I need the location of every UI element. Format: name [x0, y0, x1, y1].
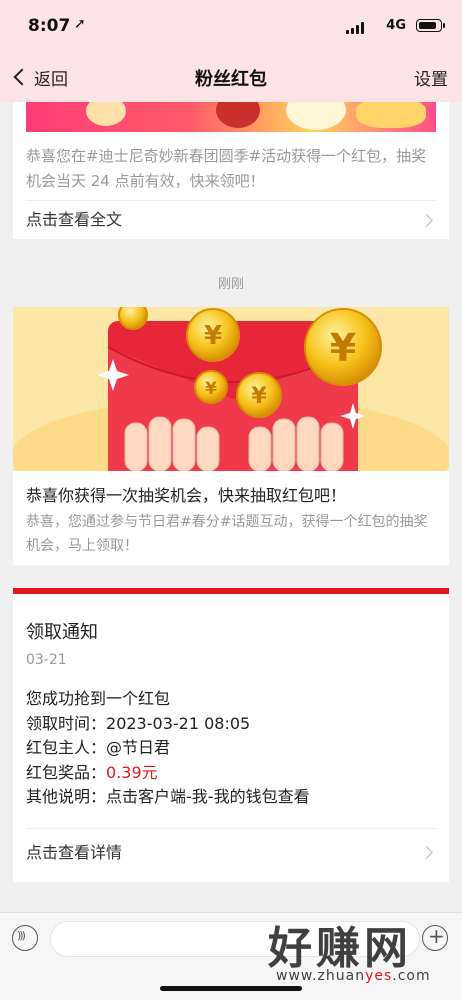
notice-line: 您成功抢到一个红包	[26, 689, 171, 708]
settings-button[interactable]: 设置	[414, 65, 448, 90]
owner-value: @节日君	[106, 738, 171, 757]
watermark-url-prefix: www.zhuan	[276, 968, 366, 984]
signal-icon	[346, 22, 366, 34]
prize-value: 0.39元	[106, 762, 158, 782]
message-card-lottery[interactable]: ¥ ¥ ¥ ¥ 恭喜你获得一次抽奖机会，快来抽取红包吧！ 恭喜，您通过参与节日君…	[13, 307, 449, 565]
notice-title: 领取通知	[26, 622, 98, 643]
battery-icon	[416, 19, 445, 32]
red-envelope-illustration: ¥ ¥ ¥ ¥	[13, 307, 449, 471]
note-key: 其他说明：	[26, 787, 107, 806]
divider	[26, 200, 436, 201]
watermark-text: 好赚网	[268, 923, 412, 974]
nav-bar: 返回 粉丝红包 设置	[0, 52, 462, 102]
home-indicator	[160, 986, 302, 991]
promo-banner-image	[26, 102, 436, 132]
coin-symbol: ¥	[204, 321, 222, 351]
lottery-headline: 恭喜你获得一次抽奖机会，快来抽取红包吧！	[26, 486, 347, 505]
lottery-description: 恭喜，您通过参与节日君#春分#话题互动，获得一个红包的抽奖机会，马上领取！	[26, 514, 428, 554]
watermark-url-highlight: yes	[365, 968, 393, 984]
coin-symbol: ¥	[205, 379, 217, 399]
location-arrow-icon: ➚	[74, 16, 86, 32]
page-title: 粉丝红包	[195, 69, 267, 90]
card-accent-bar	[13, 588, 449, 594]
owner-key: 红包主人：	[26, 738, 107, 757]
message-card-disney[interactable]: 恭喜您在#迪士尼奇妙新春团圆季#活动获得一个红包，抽奖机会当天 24 点前有效，…	[13, 102, 449, 239]
coin-symbol: ¥	[251, 384, 267, 409]
claim-time-key: 领取时间：	[26, 713, 107, 733]
claim-time-row: 领取时间：2023-03-21 08:05	[26, 712, 310, 737]
note-row: 其他说明：点击客户端-我-我的钱包查看	[26, 785, 310, 810]
timestamp-label: 刚刚	[217, 277, 244, 292]
chevron-right-icon	[420, 214, 433, 227]
message-description: 恭喜您在#迪士尼奇妙新春团圆季#活动获得一个红包，抽奖机会当天 24 点前有效，…	[26, 147, 427, 190]
red-envelope-banner-image: ¥ ¥ ¥ ¥	[13, 307, 449, 471]
network-type: 4G	[386, 18, 406, 33]
view-full-text-link[interactable]: 点击查看全文	[26, 206, 122, 230]
prize-row: 红包奖品：0.39元	[26, 761, 310, 786]
notice-body: 您成功抢到一个红包 领取时间：2023-03-21 08:05 红包主人：@节日…	[26, 687, 310, 810]
divider	[26, 828, 436, 829]
voice-icon[interactable]	[12, 925, 38, 951]
claim-notice-card[interactable]: 领取通知 03-21 您成功抢到一个红包 领取时间：2023-03-21 08:…	[13, 588, 449, 882]
status-time: 8:07	[28, 16, 71, 36]
claim-time-value: 2023-03-21 08:05	[106, 713, 251, 733]
status-bar: 8:07 ➚ 4G	[0, 0, 462, 52]
view-details-link[interactable]: 点击查看详情	[26, 839, 122, 863]
prize-key: 红包奖品：	[26, 762, 107, 782]
owner-row: 红包主人：@节日君	[26, 736, 310, 761]
watermark-url-suffix: .com	[392, 968, 431, 984]
watermark-url: www.zhuanyes.com	[276, 968, 431, 984]
chevron-right-icon	[420, 846, 433, 859]
notice-date: 03-21	[26, 652, 67, 668]
coin-symbol: ¥	[330, 326, 356, 370]
note-value: 点击客户端-我-我的钱包查看	[106, 787, 310, 806]
site-watermark: 好赚网 www.zhuanyes.com	[238, 912, 438, 992]
